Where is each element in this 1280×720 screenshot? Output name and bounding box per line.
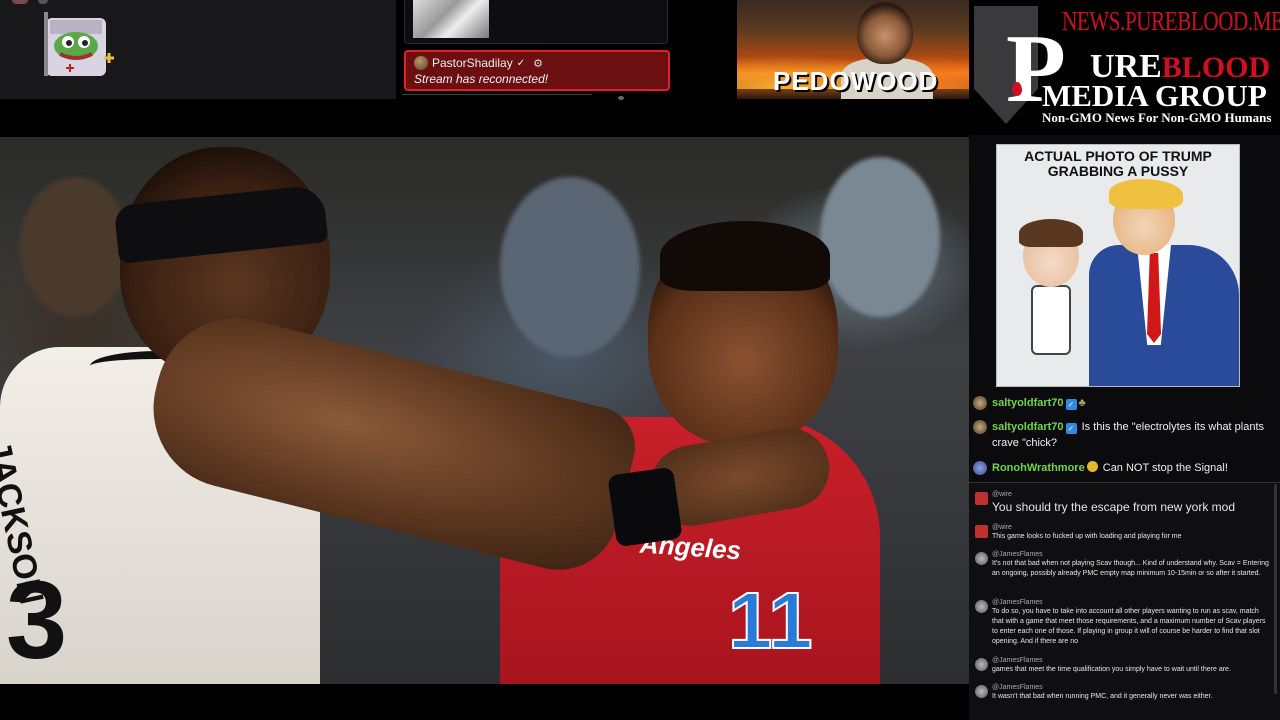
indicator-dot <box>618 96 624 100</box>
plant-emote-icon: ♣ <box>1078 397 1086 409</box>
scrollbar[interactable] <box>1274 484 1277 694</box>
mini-chat-preview <box>404 0 668 44</box>
meme-caption-line2: GRABBING A PUSSY <box>1047 163 1189 179</box>
meme-image: ACTUAL PHOTO OF TRUMP GRABBING A PUSSY <box>996 144 1240 387</box>
blood-drop-icon <box>1012 82 1022 96</box>
logo-tagline: Non-GMO News For Non-GMO Humans <box>1042 110 1272 125</box>
meme-caption-line1: ACTUAL PHOTO OF TRUMP <box>1024 148 1212 164</box>
crowd-figure <box>20 177 130 317</box>
overlay-text: It wasn't that bad when running PMC, and… <box>992 693 1213 700</box>
avatar[interactable] <box>975 492 988 505</box>
meme-hair <box>1109 179 1183 209</box>
logo-url: NEWS.PUREBLOOD.MEDIA <box>1062 6 1280 36</box>
chat-message: RonohWrathmore Can NOT stop the Signal! <box>973 460 1273 476</box>
chat-text: Can NOT stop the Signal! <box>1102 462 1228 474</box>
overlay-chat-message: @JamesFlames It's not that bad when not p… <box>975 550 1271 579</box>
verified-badge-icon: ✓ <box>1065 399 1077 410</box>
avatar[interactable] <box>975 525 988 538</box>
overlay-text: To do so, you have to take into account … <box>992 608 1266 645</box>
crowd-figure <box>500 177 640 357</box>
avatar[interactable] <box>975 552 988 565</box>
gold-badge-icon <box>1086 461 1098 472</box>
meme-figure-body <box>1031 285 1071 355</box>
player1-number: 3 <box>6 559 68 682</box>
avatar[interactable] <box>973 420 987 434</box>
overlay-username[interactable]: @JamesFlames <box>992 656 1271 665</box>
video-player[interactable]: JACKSON 3 Angeles 11 <box>0 137 969 684</box>
overlay-username[interactable]: @JamesFlames <box>992 550 1271 559</box>
avatar <box>414 56 428 70</box>
avatar[interactable] <box>975 658 988 671</box>
banner-message: Stream has reconnected! <box>414 72 549 86</box>
chat-username[interactable]: saltyoldfart70 <box>992 397 1064 409</box>
overlay-chat-message: @JamesFlames To do so, you have to take i… <box>975 598 1271 647</box>
reconnect-notice: PastorShadilay ✓ ⚙ Stream has reconnecte… <box>404 50 670 91</box>
avatar-fragment <box>38 0 48 4</box>
video-thumbnail[interactable]: PEDOWOOD <box>737 0 969 99</box>
thumbnail-title: PEDOWOOD <box>773 66 939 96</box>
overlay-text: games that meet the time qualification y… <box>992 666 1231 673</box>
player2-number: 11 <box>727 575 814 666</box>
pepe-knight-emote <box>44 12 114 76</box>
overlay-text: It's not that bad when not playing Scav … <box>992 560 1269 577</box>
overlay-text: You should try the escape from new york … <box>992 500 1236 514</box>
chat-message: saltyoldfart70 ✓ Is this the "electrolyte… <box>973 419 1273 451</box>
overlay-text: This game looks to fucked up with loadin… <box>992 533 1182 540</box>
emote-panel <box>0 0 396 99</box>
overlay-chat-message: @JamesFlames games that meet the time qua… <box>975 656 1271 675</box>
verified-badge-icon: ✓ <box>1065 423 1077 434</box>
logo-line2: MEDIA GROUP <box>1042 78 1267 113</box>
avatar[interactable] <box>975 685 988 698</box>
chat-username[interactable]: RonohWrathmore <box>992 462 1085 474</box>
overlay-chat-message: @wire This game looks to fucked up with l… <box>975 523 1271 542</box>
banner-username[interactable]: PastorShadilay <box>432 56 513 70</box>
chat-username[interactable]: saltyoldfart70 <box>992 421 1064 433</box>
avatar[interactable] <box>973 396 987 410</box>
player2-hair <box>660 221 830 291</box>
meme-caption: ACTUAL PHOTO OF TRUMP GRABBING A PUSSY <box>997 149 1239 179</box>
avatar[interactable] <box>975 600 988 613</box>
crowd-figure <box>820 157 940 317</box>
meme-figure-hair <box>1019 219 1083 247</box>
avatar[interactable] <box>973 461 987 475</box>
verified-check-icon: ✓ <box>516 57 526 69</box>
overlay-username[interactable]: @JamesFlames <box>992 683 1271 692</box>
chat-message: saltyoldfart70 ✓ ♣ <box>973 395 1273 411</box>
overlay-username[interactable]: @wire <box>992 490 1271 499</box>
overlay-chat-message: @JamesFlames It wasn't that bad when runn… <box>975 683 1271 702</box>
avatar-fragment <box>12 0 28 4</box>
pureblood-logo: P NEWS.PUREBLOOD.MEDIA UREBLOOD MEDIA GR… <box>970 0 1280 135</box>
bottom-bar <box>0 684 969 720</box>
manga-thumbnail <box>413 0 489 38</box>
divider <box>402 94 592 98</box>
overlay-username[interactable]: @wire <box>992 523 1271 532</box>
overlay-username[interactable]: @JamesFlames <box>992 598 1271 607</box>
wristband <box>607 466 683 548</box>
thumbnail-person-head <box>857 2 913 64</box>
gear-icon[interactable]: ⚙ <box>533 57 543 70</box>
overlay-chat-message: @wire You should try the escape from new … <box>975 490 1271 515</box>
